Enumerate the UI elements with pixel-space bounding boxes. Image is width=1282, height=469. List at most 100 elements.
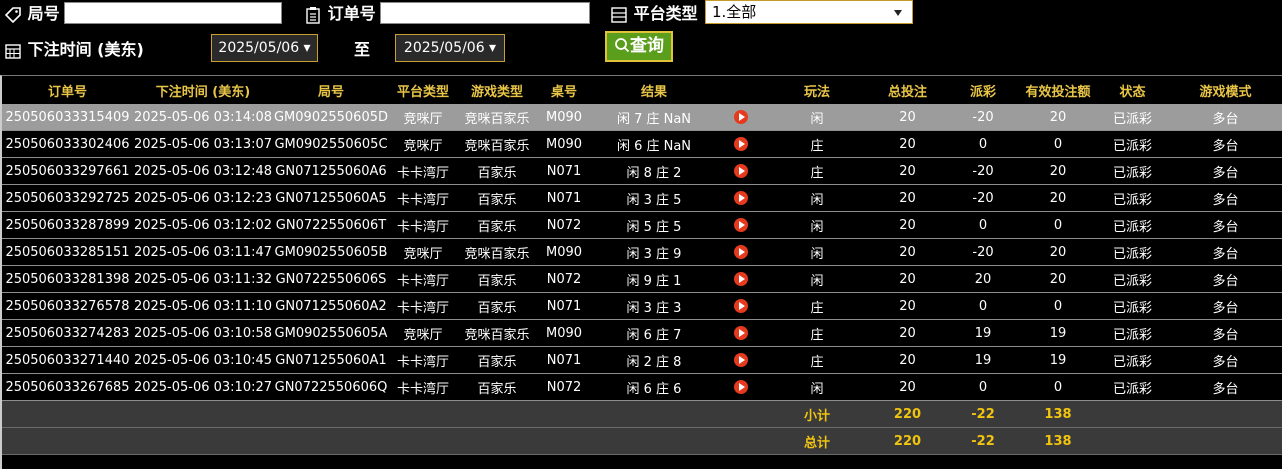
table-row[interactable]: 250506033281398 2025-05-06 03:11:32 GN0722… — [2, 265, 1282, 293]
table-row[interactable]: 250506033274283 2025-05-06 03:10:58 GM0902… — [2, 319, 1282, 347]
table-row[interactable]: 250506033297661 2025-05-06 03:12:48 GN0712… — [2, 157, 1282, 185]
calendar-icon — [5, 43, 21, 59]
table-no-cell: N071 — [537, 184, 591, 212]
total-bet-cell: 20 — [869, 346, 946, 374]
empty-cell — [537, 427, 591, 455]
order-id-cell: 250506033271440 — [2, 346, 133, 374]
table-row[interactable]: 250506033276578 2025-05-06 03:11:10 GN0712… — [2, 292, 1282, 320]
round-id-cell: GM0902550605D — [273, 104, 389, 131]
empty-cell — [591, 400, 717, 428]
empty-cell — [457, 400, 537, 428]
bet-records-table-container: 订单号 下注时间 (美东) 局号 平台类型 游戏类型 桌号 结果 玩法 总投注 派彩 有效投注额 状态… — [0, 75, 1282, 469]
play-video-icon[interactable] — [734, 164, 748, 178]
valid-bet-cell: 19 — [1020, 346, 1096, 374]
play-video-icon[interactable] — [734, 299, 748, 313]
query-button[interactable]: 查询 — [605, 31, 673, 62]
game-mode-cell: 多台 — [1169, 184, 1282, 212]
table-row[interactable]: 250506033302406 2025-05-06 03:13:07 GM0902… — [2, 130, 1282, 158]
search-icon — [615, 37, 630, 52]
play-video-icon[interactable] — [734, 245, 748, 259]
payout-cell: -20 — [946, 104, 1020, 131]
round-id-cell: GN0722550606T — [273, 211, 389, 239]
game-type-cell: 竞咪百家乐 — [457, 104, 537, 131]
round-input[interactable] — [64, 2, 282, 24]
empty-cell — [457, 427, 537, 455]
round-filter-label: 局号 — [4, 0, 60, 24]
round-id-cell: GM0902550605B — [273, 238, 389, 266]
play-video-icon[interactable] — [734, 272, 748, 286]
replay-cell — [717, 238, 765, 266]
table-row[interactable]: 250506033292725 2025-05-06 03:12:23 GN0712… — [2, 184, 1282, 212]
empty-cell — [2, 427, 133, 455]
play-video-icon[interactable] — [734, 218, 748, 232]
game-type-cell: 百家乐 — [457, 265, 537, 293]
play-video-icon[interactable] — [734, 191, 748, 205]
result-cell: 闲 9 庄 1 — [591, 265, 717, 293]
list-icon — [611, 6, 627, 23]
date-to-picker[interactable]: 2025/05/06 ▾ — [395, 34, 505, 62]
table-row[interactable]: 250506033285151 2025-05-06 03:11:47 GM0902… — [2, 238, 1282, 266]
round-id-cell: GN071255060A5 — [273, 184, 389, 212]
status-cell: 已派彩 — [1096, 211, 1169, 239]
game-type-cell: 百家乐 — [457, 157, 537, 185]
replay-cell — [717, 104, 765, 131]
payout-cell: 19 — [946, 346, 1020, 374]
replay-cell — [717, 130, 765, 158]
empty-cell — [1169, 400, 1282, 428]
replay-cell — [717, 292, 765, 320]
result-cell: 闲 3 庄 3 — [591, 292, 717, 320]
game-mode-cell: 多台 — [1169, 130, 1282, 158]
round-label-text: 局号 — [27, 4, 60, 23]
play-video-icon[interactable] — [734, 137, 748, 151]
result-cell: 闲 5 庄 5 — [591, 211, 717, 239]
order-input[interactable] — [380, 2, 590, 24]
empty-cell — [537, 400, 591, 428]
result-cell: 闲 7 庄 NaN — [591, 104, 717, 131]
play-type-cell: 庄 — [765, 346, 869, 374]
table-row[interactable]: 250506033287899 2025-05-06 03:12:02 GN0722… — [2, 211, 1282, 239]
payout-cell: -20 — [946, 157, 1020, 185]
header-col-play: 玩法 — [803, 84, 830, 100]
total-bet-cell: 20 — [869, 265, 946, 293]
result-cell: 闲 6 庄 NaN — [591, 130, 717, 158]
play-type-cell: 闲 — [765, 238, 869, 266]
bet-records-table: 订单号 下注时间 (美东) 局号 平台类型 游戏类型 桌号 结果 玩法 总投注 派彩 有效投注额 状态… — [2, 76, 1282, 455]
date-from-picker[interactable]: 2025/05/06 ▾ — [211, 34, 318, 62]
total-bet-cell: 20 — [869, 238, 946, 266]
table-no-cell: M090 — [537, 238, 591, 266]
game-mode-cell: 多台 — [1169, 373, 1282, 401]
play-video-icon[interactable] — [734, 380, 748, 394]
replay-cell — [717, 265, 765, 293]
payout-cell: -20 — [946, 238, 1020, 266]
total-bet-cell: 20 — [869, 130, 946, 158]
order-id-cell: 250506033276578 — [2, 292, 133, 320]
table-row[interactable]: 250506033267685 2025-05-06 03:10:27 GN0722… — [2, 373, 1282, 401]
order-id-cell: 250506033287899 — [2, 211, 133, 239]
game-mode-cell: 多台 — [1169, 104, 1282, 131]
game-mode-cell: 多台 — [1169, 346, 1282, 374]
table-row[interactable]: 250506033315409 2025-05-06 03:14:08 GM0902… — [2, 104, 1282, 131]
game-type-cell: 百家乐 — [457, 292, 537, 320]
platform-select[interactable]: 1.全部 — [705, 0, 913, 24]
game-type-cell: 百家乐 — [457, 211, 537, 239]
play-video-icon[interactable] — [734, 326, 748, 340]
round-id-cell: GN0722550606Q — [273, 373, 389, 401]
header-col-bet-time: 下注时间 (美东) — [155, 84, 251, 100]
play-type-cell: 闲 — [765, 265, 869, 293]
header-col-round: 局号 — [317, 84, 344, 100]
platform-selected-value: 1.全部 — [712, 3, 757, 21]
game-mode-cell: 多台 — [1169, 238, 1282, 266]
chevron-down-icon — [894, 10, 902, 16]
empty-cell — [2, 400, 133, 428]
play-video-icon[interactable] — [734, 353, 748, 367]
platform-cell: 竞咪厅 — [389, 104, 457, 131]
header-col-game-type: 游戏类型 — [470, 84, 523, 100]
total-bet-cell: 20 — [869, 373, 946, 401]
total-row-bet: 220 — [869, 427, 946, 455]
play-video-icon[interactable] — [734, 110, 748, 124]
order-filter-label: 订单号 — [304, 0, 376, 24]
header-col-game-mode: 游戏模式 — [1199, 84, 1252, 100]
table-row[interactable]: 250506033271440 2025-05-06 03:10:45 GN0712… — [2, 346, 1282, 374]
platform-cell: 竞咪厅 — [389, 238, 457, 266]
bet-time-label: 下注时间 (美东) — [4, 36, 144, 60]
